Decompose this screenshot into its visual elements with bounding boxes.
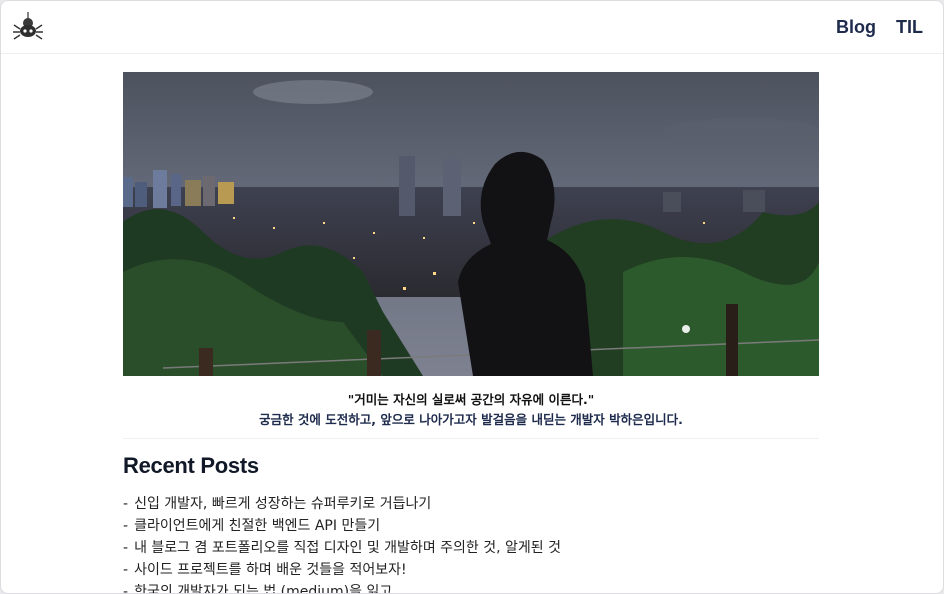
intro-text: "거미는 자신의 실로써 공간의 자유에 이른다." 궁금한 것에 도전하고, …	[123, 390, 819, 430]
recent-posts-list: - 신입 개발자, 빠르게 성장하는 슈퍼루키로 거듭나기 - 클라이언트에게 친절…	[123, 493, 819, 594]
post-item[interactable]: -내 블로그 겸 포트폴리오를 직접 디자인 및 개발하며 주의한 것, 알게된…	[123, 537, 819, 559]
post-item[interactable]: - 사이드 프로젝트를 하며 배운 것들을 적어보자!	[123, 559, 819, 581]
post-title: 사이드 프로젝트를 하며 배운 것들을 적어보자!	[134, 562, 407, 578]
hero-image	[123, 72, 819, 376]
nav-links: Blog TIL	[836, 17, 923, 38]
post-item[interactable]: - 클라이언트에게 친절한 백엔드 API 만들기	[123, 515, 819, 537]
post-title: 클라이언트에게 친절한 백엔드 API 만들기	[134, 518, 381, 534]
browser-window: Blog TIL "거미는 자신의 실로써 공간의 자유에 이른다." 궁금한 …	[0, 0, 944, 594]
post-title: 한국의 개발자가 되는 법 (medium)을 읽고	[134, 584, 393, 594]
section-title-recent-posts: Recent Posts	[123, 453, 259, 478]
nav-link-til[interactable]: TIL	[896, 17, 923, 38]
nav-link-blog[interactable]: Blog	[836, 17, 876, 38]
top-navbar: Blog TIL	[1, 1, 943, 54]
intro-description: 궁금한 것에 도전하고, 앞으로 나아가고자 발걸음을 내딛는 개발자 박하은입…	[259, 412, 683, 427]
divider	[123, 438, 819, 439]
post-item[interactable]: - 한국의 개발자가 되는 법 (medium)을 읽고	[123, 581, 819, 594]
post-item[interactable]: - 신입 개발자, 빠르게 성장하는 슈퍼루키로 거듭나기	[123, 493, 819, 515]
main-content: "거미는 자신의 실로써 공간의 자유에 이른다." 궁금한 것에 도전하고, …	[123, 72, 819, 594]
post-title: 신입 개발자, 빠르게 성장하는 슈퍼루키로 거듭나기	[134, 496, 432, 512]
post-title: 내 블로그 겸 포트폴리오를 직접 디자인 및 개발하며 주의한 것, 알게된 …	[134, 540, 561, 556]
intro-quote: "거미는 자신의 실로써 공간의 자유에 이른다."	[347, 392, 595, 407]
spider-logo-icon[interactable]	[11, 10, 45, 44]
